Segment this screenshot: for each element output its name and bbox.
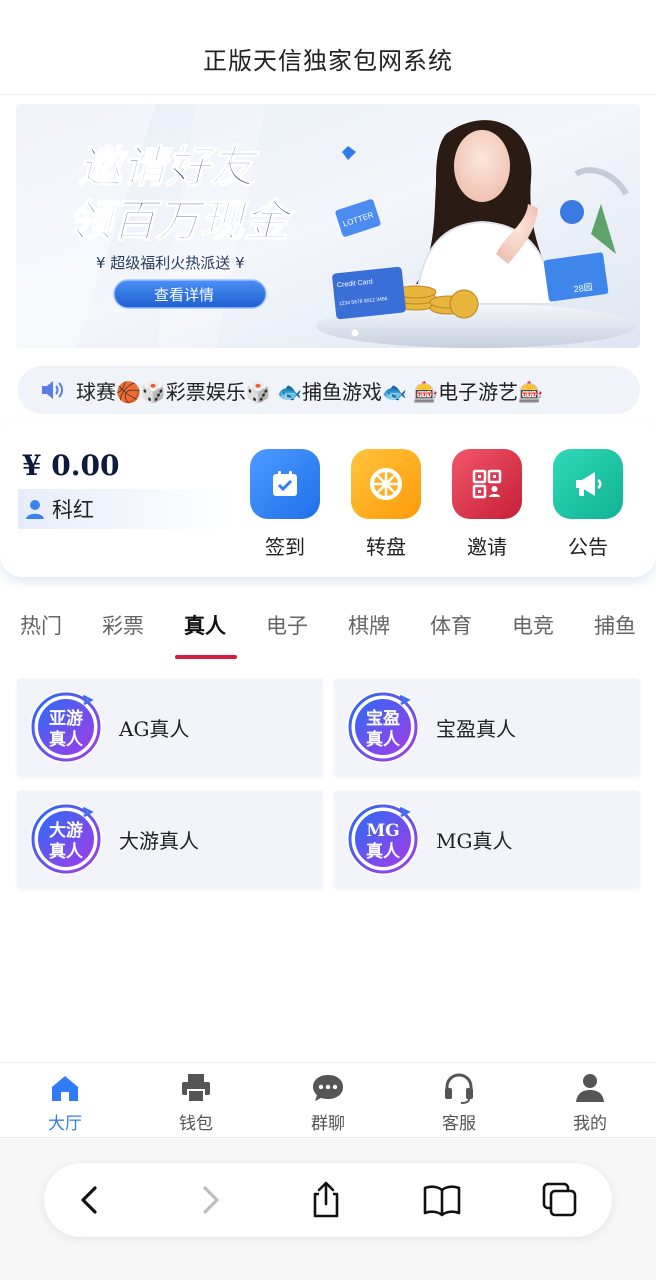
tabbar-support[interactable]: 客服 xyxy=(419,1071,499,1134)
balance-amount: ¥ 0.00 xyxy=(22,449,120,482)
page-title: 正版天信独家包网系统 xyxy=(203,46,453,75)
tab-esports[interactable]: 电竞 xyxy=(512,610,554,640)
game-name: 宝盈真人 xyxy=(436,716,516,741)
invite-button[interactable]: 邀请 xyxy=(447,449,527,560)
game-logo: 亚游 真人 xyxy=(30,691,102,763)
svg-text:真人: 真人 xyxy=(49,729,84,750)
username: 科红 xyxy=(52,498,94,522)
notice-button[interactable]: 公告 xyxy=(548,449,628,560)
tabbar-support-label: 客服 xyxy=(442,1114,476,1134)
banner-detail-button-label: 查看详情 xyxy=(154,286,214,304)
game-name: MG真人 xyxy=(436,828,513,853)
browser-toolbar xyxy=(0,1139,656,1280)
announcement-marquee[interactable]: 球赛🏀🎲彩票娱乐🎲 🐟捕鱼游戏🐟 🎰电子游艺🎰 xyxy=(18,366,640,414)
app-header: 正版天信独家包网系统 xyxy=(0,0,656,95)
wheel-button[interactable]: 转盘 xyxy=(346,449,426,560)
username-row: 科红 xyxy=(18,489,238,529)
game-name: 大游真人 xyxy=(119,828,199,853)
svg-text:真人: 真人 xyxy=(49,841,84,862)
active-tab-indicator xyxy=(175,655,237,659)
wheel-label: 转盘 xyxy=(366,535,406,559)
notice-label: 公告 xyxy=(568,535,608,559)
tabbar-lobby[interactable]: 大厅 xyxy=(25,1071,105,1134)
tabbar-chat[interactable]: 群聊 xyxy=(288,1071,368,1134)
tabs-icon[interactable] xyxy=(540,1180,580,1220)
share-icon[interactable] xyxy=(306,1180,346,1220)
tab-cards[interactable]: 棋牌 xyxy=(348,610,390,640)
speaker-icon xyxy=(42,381,63,399)
svg-text:真人: 真人 xyxy=(366,729,401,750)
tab-lottery[interactable]: 彩票 xyxy=(102,610,144,640)
game-card-ag[interactable]: 亚游 真人 AG真人 xyxy=(17,678,323,776)
user-panel: ¥ 0.00 科红 签到 转盘 邀请 公告 xyxy=(0,425,656,577)
banner-artwork: Credit Card 1234 5678 9012 3456 LOTTER 2… xyxy=(16,104,640,348)
category-tabs: 热门 彩票 真人 电子 棋牌 体育 电竞 捕鱼 xyxy=(0,600,656,660)
tabbar-profile[interactable]: 我的 xyxy=(550,1071,630,1134)
tab-slots[interactable]: 电子 xyxy=(266,610,308,640)
tabbar-lobby-label: 大厅 xyxy=(48,1114,82,1134)
tabbar-profile-label: 我的 xyxy=(573,1114,607,1134)
tab-sports[interactable]: 体育 xyxy=(430,610,472,640)
banner-headline-2: 领百万现金 xyxy=(68,196,294,247)
game-logo: MG 真人 xyxy=(347,803,419,875)
promo-banner[interactable]: Credit Card 1234 5678 9012 3456 LOTTER 2… xyxy=(16,104,640,348)
wheel-icon xyxy=(351,449,421,519)
checkin-label: 签到 xyxy=(265,535,305,559)
person-icon xyxy=(576,1074,604,1102)
checkin-button[interactable]: 签到 xyxy=(245,449,325,560)
tabbar-chat-label: 群聊 xyxy=(311,1114,345,1134)
banner-subline: ¥ 超级福利火热派送 ¥ xyxy=(96,254,245,272)
tabbar-wallet-label: 钱包 xyxy=(179,1114,213,1134)
svg-text:真人: 真人 xyxy=(366,841,401,862)
game-card-dayou[interactable]: 大游 真人 大游真人 xyxy=(17,790,323,888)
back-icon[interactable] xyxy=(70,1180,110,1220)
tab-live[interactable]: 真人 xyxy=(184,610,226,640)
game-logo: 大游 真人 xyxy=(30,803,102,875)
svg-text:MG: MG xyxy=(366,821,399,841)
game-logo: 宝盈 真人 xyxy=(347,691,419,763)
marquee-text: 球赛🏀🎲彩票娱乐🎲 🐟捕鱼游戏🐟 🎰电子游艺🎰 xyxy=(76,379,544,404)
printer-icon xyxy=(182,1074,210,1103)
megaphone-icon xyxy=(553,449,623,519)
home-icon xyxy=(52,1076,78,1101)
game-card-baoying[interactable]: 宝盈 真人 宝盈真人 xyxy=(334,678,640,776)
carousel-dot[interactable] xyxy=(351,329,359,337)
banner-headline-1: 邀请好友 xyxy=(78,142,260,193)
calendar-check-icon xyxy=(250,449,320,519)
headset-icon xyxy=(445,1073,473,1104)
browser-toolbar-pill xyxy=(44,1163,612,1237)
chat-bubble-icon xyxy=(313,1075,343,1101)
bottom-tab-bar: 大厅 钱包 群聊 客服 我的 xyxy=(0,1062,656,1138)
invite-label: 邀请 xyxy=(467,535,507,559)
game-card-mg[interactable]: MG 真人 MG真人 xyxy=(334,790,640,888)
svg-text:亚游: 亚游 xyxy=(49,708,83,729)
svg-text:大游: 大游 xyxy=(49,820,83,841)
tabbar-wallet[interactable]: 钱包 xyxy=(156,1071,236,1134)
svg-text:宝盈: 宝盈 xyxy=(366,708,400,729)
forward-icon[interactable] xyxy=(190,1180,230,1220)
tab-hot[interactable]: 热门 xyxy=(20,610,62,640)
bookmarks-icon[interactable] xyxy=(422,1180,462,1220)
qr-code-icon xyxy=(452,449,522,519)
user-icon xyxy=(26,500,44,519)
game-name: AG真人 xyxy=(119,716,190,741)
tab-fishing[interactable]: 捕鱼 xyxy=(594,610,636,640)
